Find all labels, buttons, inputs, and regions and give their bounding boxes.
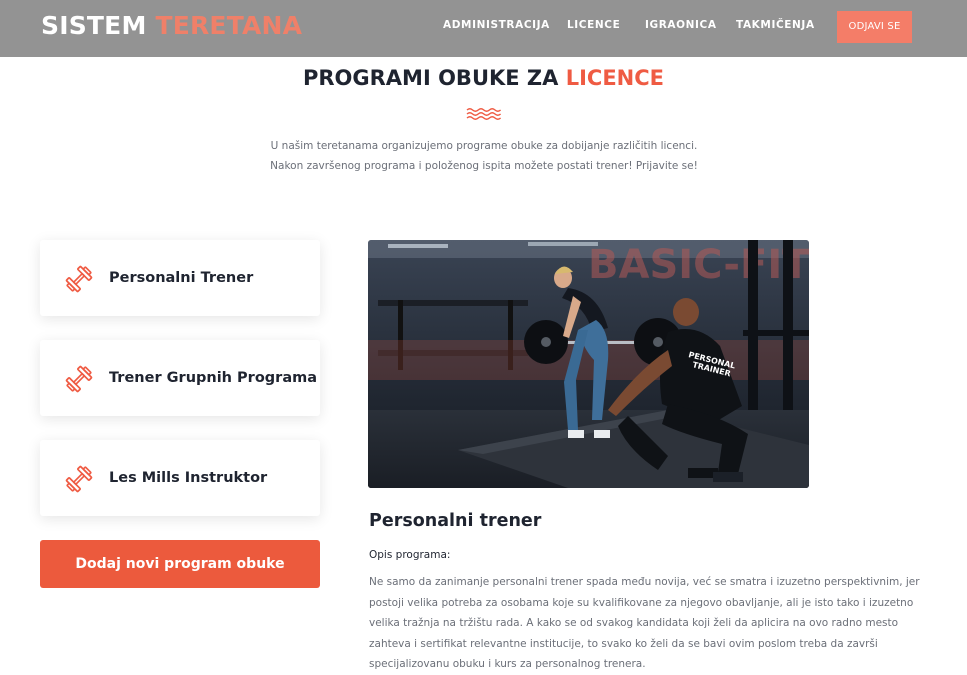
program-description: Ne samo da zanimanje personalni trener s…	[369, 576, 920, 670]
program-card-label: Les Mills Instruktor	[109, 470, 268, 486]
program-card-trener-grupnih-programa[interactable]: Trener Grupnih Programa	[40, 340, 320, 416]
wave-divider-icon	[466, 108, 502, 120]
program-photo: BASIC-FIT PERSONAL TRAINER	[368, 240, 809, 488]
wall-sign-text: BASIC-FIT	[588, 242, 809, 288]
nav-licence[interactable]: LICENCE	[567, 19, 620, 31]
dumbbell-icon	[65, 265, 93, 293]
program-card-personalni-trener[interactable]: Personalni Trener	[40, 240, 320, 316]
intro-text: U našim teretanama organizujemo programe…	[270, 140, 698, 172]
navbar: SISTEM TERETANA ADMINISTRACIJA LICENCE I…	[0, 0, 967, 57]
dumbbell-icon	[65, 365, 93, 393]
nav-administracija[interactable]: ADMINISTRACIJA	[443, 19, 550, 31]
dumbbell-icon	[65, 465, 93, 493]
brand-part2: TERETANA	[155, 11, 303, 40]
page-title: PROGRAMI OBUKE ZA LICENCE	[0, 64, 967, 92]
page-title-main: PROGRAMI OBUKE ZA	[302, 66, 559, 90]
description-label: Opis programa:	[369, 549, 451, 561]
brand-logo[interactable]: SISTEM TERETANA	[41, 11, 302, 41]
detail-title: Personalni trener	[369, 511, 542, 531]
program-card-label: Trener Grupnih Programa	[109, 370, 318, 386]
program-card-label: Personalni Trener	[109, 270, 254, 286]
program-card-les-mills-instruktor[interactable]: Les Mills Instruktor	[40, 440, 320, 516]
nav-igraonica[interactable]: IGRAONICA	[645, 19, 717, 31]
add-program-button[interactable]: Dodaj novi program obuke	[40, 540, 320, 588]
page-title-accent: LICENCE	[565, 66, 665, 90]
brand-part1: SISTEM	[41, 11, 147, 40]
nav-takmicenja[interactable]: TAKMIČENJA	[736, 19, 815, 31]
logout-button[interactable]: ODJAVI SE	[837, 11, 912, 43]
